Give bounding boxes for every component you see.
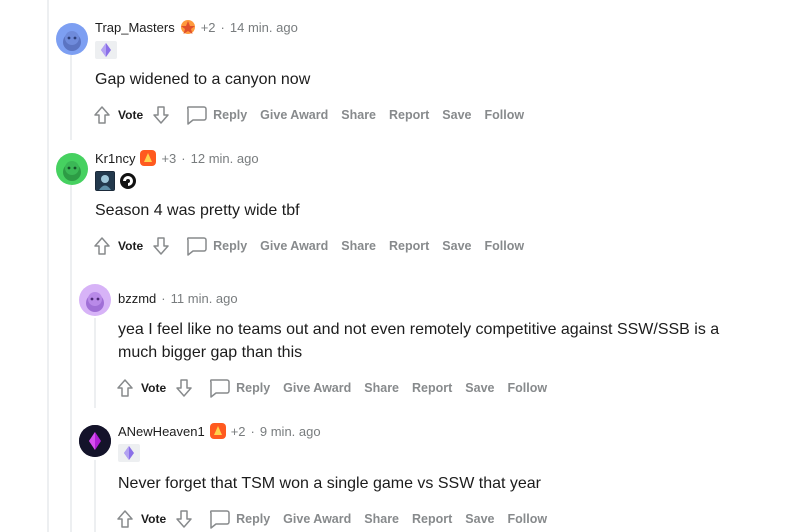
follow-button[interactable]: Follow (508, 512, 548, 526)
timestamp[interactable]: 12 min. ago (191, 151, 259, 166)
report-button[interactable]: Report (389, 239, 429, 253)
username[interactable]: Kr1ncy (95, 151, 135, 166)
report-button[interactable]: Report (412, 512, 452, 526)
downvote-icon[interactable] (174, 508, 194, 530)
comment-bubble-icon (185, 236, 207, 256)
save-button[interactable]: Save (442, 239, 471, 253)
timestamp[interactable]: 9 min. ago (260, 424, 321, 439)
thread-line[interactable] (70, 50, 72, 140)
diamond-icon (95, 41, 117, 59)
comment-text: yea I feel like no teams out and not eve… (118, 321, 720, 361)
downvote-icon[interactable] (151, 104, 171, 126)
award-count[interactable]: +2 (231, 424, 246, 439)
share-button[interactable]: Share (364, 381, 399, 395)
snoo-avatar-icon (63, 161, 81, 181)
upvote-icon[interactable] (92, 235, 112, 257)
avatar[interactable] (56, 153, 88, 185)
user-flair (118, 444, 140, 462)
save-button[interactable]: Save (465, 512, 494, 526)
save-button[interactable]: Save (442, 108, 471, 122)
vote-count: Vote (118, 239, 144, 253)
snoo-avatar-icon (86, 292, 104, 312)
vote-count: Vote (141, 381, 167, 395)
comment-text: Never forget that TSM won a single game … (118, 475, 541, 492)
thread-line[interactable] (47, 0, 49, 532)
thread-line[interactable] (94, 318, 96, 408)
award-count[interactable]: +2 (201, 20, 216, 35)
give-award-button[interactable]: Give Award (283, 512, 351, 526)
vote-count: Vote (141, 512, 167, 526)
reply-button[interactable]: Reply (208, 378, 270, 398)
upvote-icon[interactable] (115, 508, 135, 530)
reply-button[interactable]: Reply (208, 509, 270, 529)
upvote-icon[interactable] (115, 377, 135, 399)
give-award-button[interactable]: Give Award (260, 108, 328, 122)
report-button[interactable]: Report (389, 108, 429, 122)
gem-avatar-icon (79, 425, 111, 457)
avatar[interactable] (79, 425, 111, 457)
comment-bubble-icon (208, 378, 230, 398)
follow-button[interactable]: Follow (485, 239, 525, 253)
snoo-avatar-icon (63, 31, 81, 51)
username[interactable]: bzzmd (118, 291, 156, 306)
share-button[interactable]: Share (341, 108, 376, 122)
report-button[interactable]: Report (412, 381, 452, 395)
avatar[interactable] (56, 23, 88, 55)
timestamp[interactable]: 11 min. ago (171, 291, 238, 306)
follow-button[interactable]: Follow (485, 108, 525, 122)
downvote-icon[interactable] (174, 377, 194, 399)
vote-count: Vote (118, 108, 144, 122)
save-button[interactable]: Save (465, 381, 494, 395)
share-button[interactable]: Share (364, 512, 399, 526)
separator: · (181, 150, 186, 166)
share-button[interactable]: Share (341, 239, 376, 253)
downvote-icon[interactable] (151, 235, 171, 257)
avatar[interactable] (79, 284, 111, 316)
separator: · (161, 291, 166, 306)
character-icon (95, 171, 115, 191)
give-award-button[interactable]: Give Award (283, 381, 351, 395)
thread-line[interactable] (94, 460, 96, 532)
thread-line[interactable] (70, 185, 72, 532)
spiral-icon (118, 171, 138, 191)
comment-text: Gap widened to a canyon now (95, 71, 311, 88)
reply-button[interactable]: Reply (185, 236, 247, 256)
comment-bubble-icon (208, 509, 230, 529)
separator: · (250, 423, 255, 439)
follow-button[interactable]: Follow (508, 381, 548, 395)
comment-text: Season 4 was pretty wide tbf (95, 202, 300, 219)
reply-button[interactable]: Reply (185, 105, 247, 125)
username[interactable]: ANewHeaven1 (118, 424, 205, 439)
user-flair (95, 41, 117, 59)
comment-bubble-icon (185, 105, 207, 125)
upvote-icon[interactable] (92, 104, 112, 126)
separator: · (220, 19, 225, 35)
award-icon[interactable] (139, 149, 157, 167)
timestamp[interactable]: 14 min. ago (230, 20, 298, 35)
username[interactable]: Trap_Masters (95, 20, 175, 35)
diamond-icon (118, 444, 140, 462)
award-icon[interactable] (209, 422, 227, 440)
award-count[interactable]: +3 (161, 151, 176, 166)
award-icon[interactable] (179, 18, 197, 36)
give-award-button[interactable]: Give Award (260, 239, 328, 253)
user-flair (95, 171, 138, 191)
